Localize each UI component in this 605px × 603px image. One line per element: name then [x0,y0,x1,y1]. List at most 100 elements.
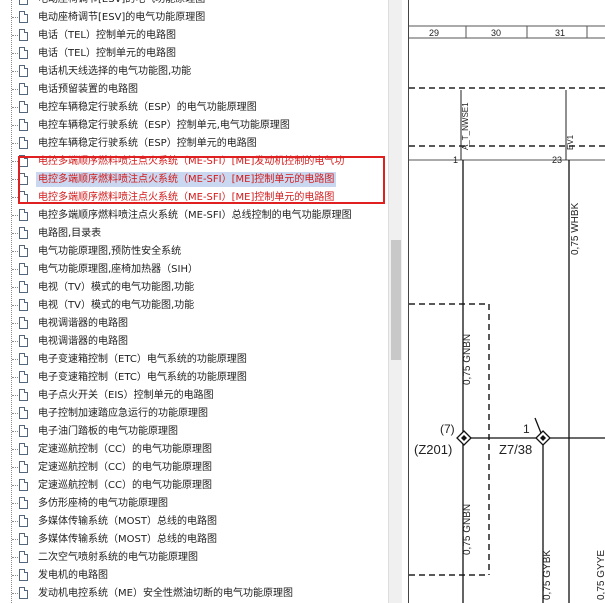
document-icon [19,11,28,23]
tree-connector [12,449,18,450]
wire-label: 0,75 WHBK [570,202,581,255]
document-icon [19,587,28,599]
tree-item-label: 定速巡航控制（CC）的电气功能原理图 [38,462,212,473]
column-number: 31 [555,28,565,38]
tree-connector [12,287,18,288]
node-pin: 1 [523,422,530,436]
tree-item-label: 电控车辆稳定行驶系统（ESP）控制单元的电路图 [38,138,257,149]
pin-number: 23 [552,155,562,165]
document-icon [19,83,28,95]
tree-item-label: 电话预留装置的电路图 [38,84,138,95]
tree-item[interactable]: 定速巡航控制（CC）的电气功能原理图 [0,441,388,459]
tree-item[interactable]: 电视（TV）模式的电气功能图,功能 [0,279,388,297]
tree-item-label: 电气功能原理图,座椅加热器（SIH） [38,264,198,275]
tree-item[interactable]: 发动机电控系统（ME）安全性燃油切断的电气功能原理图 [0,585,388,603]
document-icon [19,101,28,113]
tree-item[interactable]: 多媒体传输系统（MOST）总线的电路图 [0,531,388,549]
tree-item-label: 电气功能原理图,预防性安全系统 [38,246,182,257]
tree-item-label: 电话（TEL）控制单元的电路图 [38,48,176,59]
tree-connector [12,323,18,324]
document-icon [19,443,28,455]
tree-item[interactable]: 电话（TEL）控制单元的电路图 [0,45,388,63]
tree-connector [12,233,18,234]
tree-item-label: 电子变速箱控制（ETC）电气系统的功能原理图 [38,372,247,383]
tree-item[interactable]: 电子控制加速踏应急运行的功能原理图 [0,405,388,423]
tree-item[interactable]: 电控车辆稳定行驶系统（ESP）控制单元的电路图 [0,135,388,153]
tree-item[interactable]: 电视（TV）模式的电气功能图,功能 [0,297,388,315]
tree-item[interactable]: 电动座椅调节[ESV]的电气功能原理图 [0,0,388,9]
tree-item[interactable]: 发电机的电路图 [0,567,388,585]
tree-item-label: 电视（TV）模式的电气功能图,功能 [38,300,195,311]
tree-connector [12,125,18,126]
tree-item[interactable]: 电视调谐器的电路图 [0,333,388,351]
tree-connector [12,521,18,522]
tree-item-label: 多媒体传输系统（MOST）总线的电路图 [38,534,217,545]
tree-item[interactable]: 电视调谐器的电路图 [0,315,388,333]
tree-connector [12,539,18,540]
tree-item-label: 多媒体传输系统（MOST）总线的电路图 [38,516,217,527]
wiring-diagram-pane: 29 30 31 A_T_NWSE1 EV1 1 23 0,75 WHBK 0,… [408,0,605,603]
tree-item-label: 电子控制加速踏应急运行的功能原理图 [38,408,208,419]
tree-item[interactable]: 二次空气喷射系统的电气功能原理图 [0,549,388,567]
tree-connector [12,377,18,378]
document-icon [19,407,28,419]
tree-item[interactable]: 电控车辆稳定行驶系统（ESP）的电气功能原理图 [0,99,388,117]
tree-connector [12,107,18,108]
connector-label: A_T_NWSE1 [461,102,470,150]
document-icon [19,551,28,563]
tree-item[interactable]: 电子变速箱控制（ETC）电气系统的功能原理图 [0,351,388,369]
document-icon [19,47,28,59]
wiring-diagram: 29 30 31 A_T_NWSE1 EV1 1 23 0,75 WHBK 0,… [409,25,605,603]
tree-item-label: 电话机天线选择的电气功能图,功能 [38,66,192,77]
junction-node-left [456,430,472,446]
tree-connector [12,215,18,216]
tree-item[interactable]: 电控车辆稳定行驶系统（ESP）控制单元,电气功能原理图 [0,117,388,135]
tree-connector [12,431,18,432]
tree-connector [12,53,18,54]
scrollbar-thumb[interactable] [391,240,401,360]
tree-item-label: 电子油门踏板的电气功能原理图 [38,426,178,437]
tree-item[interactable]: 电话预留装置的电路图 [0,81,388,99]
tree-item-label: 电视调谐器的电路图 [38,336,128,347]
document-icon [19,317,28,329]
document-icon [19,533,28,545]
tree-item[interactable]: 电子油门踏板的电气功能原理图 [0,423,388,441]
document-icon [19,281,28,293]
highlight-box [18,156,385,204]
wire-label: 0,75 GYYE [596,550,605,600]
tree-scrollbar[interactable] [388,0,402,603]
tree-item[interactable]: 电路图,目录表 [0,225,388,243]
tree-connector [12,503,18,504]
wire-label: 0,75 GNBN [462,334,473,385]
tree-item[interactable]: 电话机天线选择的电气功能图,功能 [0,63,388,81]
pin-number: 1 [453,155,458,165]
tree-item-label: 电子点火开关（EIS）控制单元的电路图 [38,390,214,401]
tree-connector [12,359,18,360]
tree-connector [12,251,18,252]
tree-item-label: 定速巡航控制（CC）的电气功能原理图 [38,480,212,491]
tree-connector [12,269,18,270]
tree-item[interactable]: 多媒体传输系统（MOST）总线的电路图 [0,513,388,531]
tree-item[interactable]: 定速巡航控制（CC）的电气功能原理图 [0,459,388,477]
tree-item[interactable]: 电气功能原理图,座椅加热器（SIH） [0,261,388,279]
document-icon [19,29,28,41]
document-icon [19,137,28,149]
document-icon [19,461,28,473]
tree-connector [12,485,18,486]
tree-connector [12,305,18,306]
node-name: Z7/38 [499,442,532,457]
tree-item[interactable]: 定速巡航控制（CC）的电气功能原理图 [0,477,388,495]
tree-item[interactable]: 电话（TEL）控制单元的电路图 [0,27,388,45]
tree-item[interactable]: 电子点火开关（EIS）控制单元的电路图 [0,387,388,405]
document-icon [19,209,28,221]
tree-item[interactable]: 电子变速箱控制（ETC）电气系统的功能原理图 [0,369,388,387]
tree-item[interactable]: 电气功能原理图,预防性安全系统 [0,243,388,261]
tree-item[interactable]: 多仿形座椅的电气功能原理图 [0,495,388,513]
connector-label: EV1 [566,134,575,150]
document-icon [19,299,28,311]
tree-item[interactable]: 电动座椅调节[ESV]的电气功能原理图 [0,9,388,27]
node-pin: (7) [440,422,455,436]
document-tree: 电动座椅调节[ESV]的电气功能原理图电动座椅调节[ESV]的电气功能原理图电话… [0,0,388,603]
tree-item[interactable]: 电控多端顺序燃料喷注点火系统（ME-SFI）总线控制的电气功能原理图 [0,207,388,225]
document-icon [19,389,28,401]
